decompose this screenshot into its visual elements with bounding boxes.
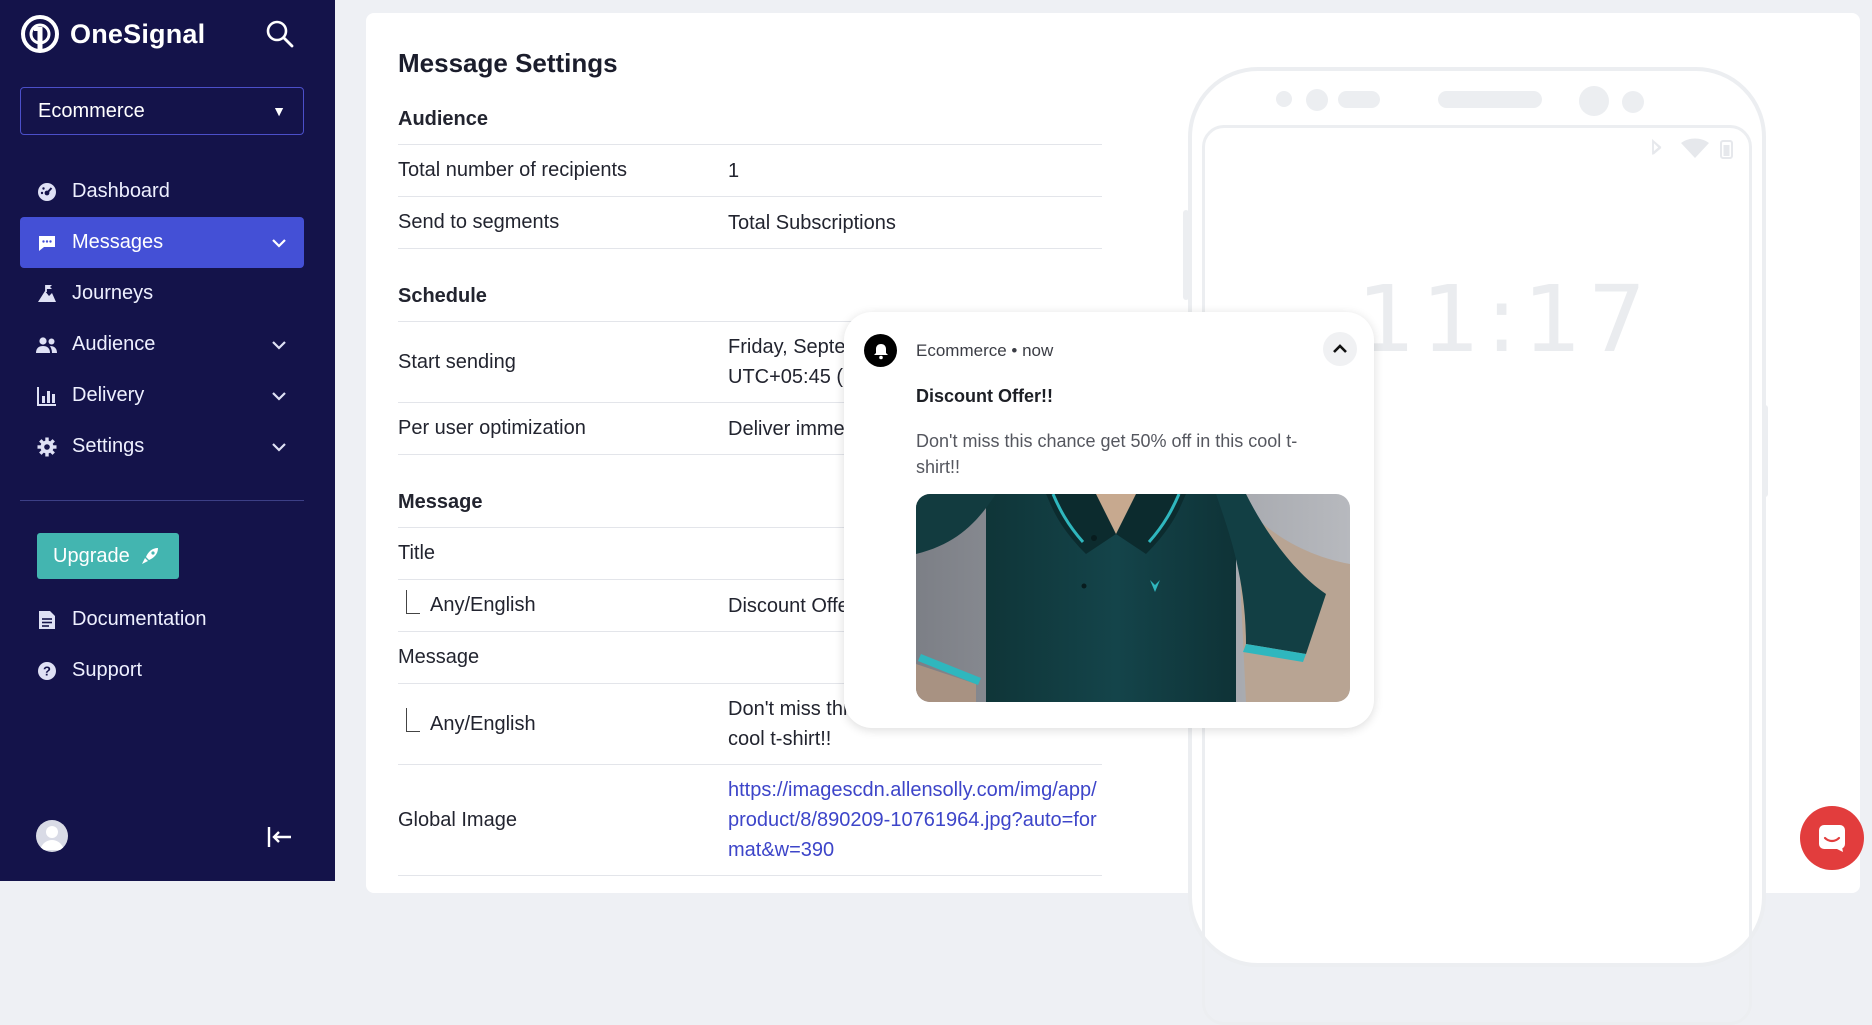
tree-branch-icon [406, 589, 420, 614]
upgrade-button[interactable]: Upgrade [37, 533, 179, 579]
nav-label: Journeys [72, 282, 154, 304]
chat-launcher-button[interactable] [1800, 806, 1864, 870]
sidebar: OneSignal Ecommerce ▼ Dashboard Messages… [0, 0, 335, 881]
phone-sensor [1276, 91, 1292, 107]
nav-item-delivery[interactable]: Delivery [20, 370, 304, 421]
nav-item-support[interactable]: ? Support [20, 645, 304, 696]
nav-label: Support [72, 659, 143, 681]
help-icon: ? [36, 660, 58, 682]
chevron-down-icon[interactable] [270, 336, 288, 354]
nav-label: Audience [72, 333, 156, 355]
recipients-value: 1 [728, 159, 740, 182]
main-nav: Dashboard Messages Journeys Audience Del… [20, 166, 304, 472]
search-icon[interactable] [264, 18, 296, 50]
rocket-icon [141, 548, 158, 564]
gear-icon [36, 436, 58, 458]
chevron-down-icon[interactable] [270, 387, 288, 405]
nav-item-dashboard[interactable]: Dashboard [20, 166, 304, 217]
document-icon [36, 609, 58, 631]
nav-label: Dashboard [72, 180, 170, 202]
app-selector-value: Ecommerce [38, 99, 145, 122]
status-bar-icons [1652, 138, 1733, 159]
nav-label: Delivery [72, 384, 145, 406]
settings-row: Total number of recipients 1 [398, 145, 1102, 197]
chevron-down-icon[interactable] [270, 234, 288, 252]
chevron-up-icon[interactable] [1323, 332, 1357, 366]
nav-item-settings[interactable]: Settings [20, 421, 304, 472]
optimization-label: Per user optimization [398, 417, 586, 439]
phone-speaker [1438, 91, 1542, 108]
page-title: Message Settings [398, 48, 618, 78]
sidebar-divider [20, 500, 304, 501]
message-lang-cell: Any/English [398, 708, 728, 736]
global-image-link[interactable]: https://imagescdn.allensolly.com/img/app… [728, 770, 1102, 870]
tshirt-photo [916, 494, 1350, 702]
nav-item-audience[interactable]: Audience [20, 319, 304, 370]
svg-text:?: ? [43, 663, 51, 678]
avatar[interactable] [36, 820, 68, 852]
tree-branch-icon [406, 708, 420, 732]
recipients-label: Total number of recipients [398, 159, 628, 181]
title-label: Title [398, 542, 436, 564]
settings-row: Global Image https://imagescdn.allensoll… [398, 765, 1102, 876]
message-lang-label: Any/English [430, 712, 536, 735]
start-sending-label: Start sending [398, 350, 516, 373]
bar-chart-icon [36, 385, 58, 407]
phone-sensor [1622, 91, 1644, 113]
upgrade-label: Upgrade [53, 544, 130, 567]
nav-item-messages[interactable]: Messages [20, 217, 304, 268]
lock-screen-clock: 11:17 [1357, 266, 1653, 373]
segments-label: Send to segments [398, 211, 560, 233]
chevron-down-icon[interactable] [270, 438, 288, 456]
phone-sensor [1338, 91, 1380, 108]
nav-item-documentation[interactable]: Documentation [20, 594, 304, 645]
onesignal-logo-icon [21, 15, 59, 53]
notification-title: Discount Offer!! [916, 386, 1053, 406]
journeys-icon [36, 283, 58, 305]
title-lang-cell: Any/English [398, 589, 728, 617]
global-image-label: Global Image [398, 808, 517, 831]
chat-icon [1819, 825, 1845, 852]
notification-source: Ecommerce • now [916, 341, 1054, 360]
audience-heading: Audience [398, 95, 1102, 145]
brand-name: OneSignal [70, 18, 206, 49]
message-icon [36, 232, 58, 254]
bottom-links: Documentation ? Support [20, 594, 304, 696]
nav-item-journeys[interactable]: Journeys [20, 268, 304, 319]
phone-sensor [1306, 89, 1328, 111]
users-icon [36, 334, 58, 356]
push-notification-preview: Ecommerce • now Discount Offer!! Don't m… [844, 312, 1374, 728]
brand[interactable]: OneSignal [20, 13, 205, 55]
phone-side-button [1183, 210, 1189, 300]
nav-label: Settings [72, 435, 145, 457]
caret-down-icon: ▼ [272, 103, 286, 119]
nav-label: Messages [72, 231, 164, 253]
segments-value: Total Subscriptions [728, 211, 896, 234]
phone-camera [1579, 86, 1609, 116]
notification-body: Don't miss this chance get 50% off in th… [916, 431, 1298, 477]
app-selector[interactable]: Ecommerce ▼ [20, 87, 304, 135]
title-lang-label: Any/English [430, 594, 536, 616]
phone-side-button [1762, 405, 1768, 497]
dashboard-icon [36, 181, 58, 203]
collapse-sidebar-icon[interactable] [266, 823, 294, 851]
bell-icon [864, 334, 897, 367]
message-label: Message [398, 646, 480, 668]
nav-label: Documentation [72, 608, 207, 630]
settings-row: Send to segments Total Subscriptions [398, 197, 1102, 249]
notification-image [916, 494, 1350, 702]
